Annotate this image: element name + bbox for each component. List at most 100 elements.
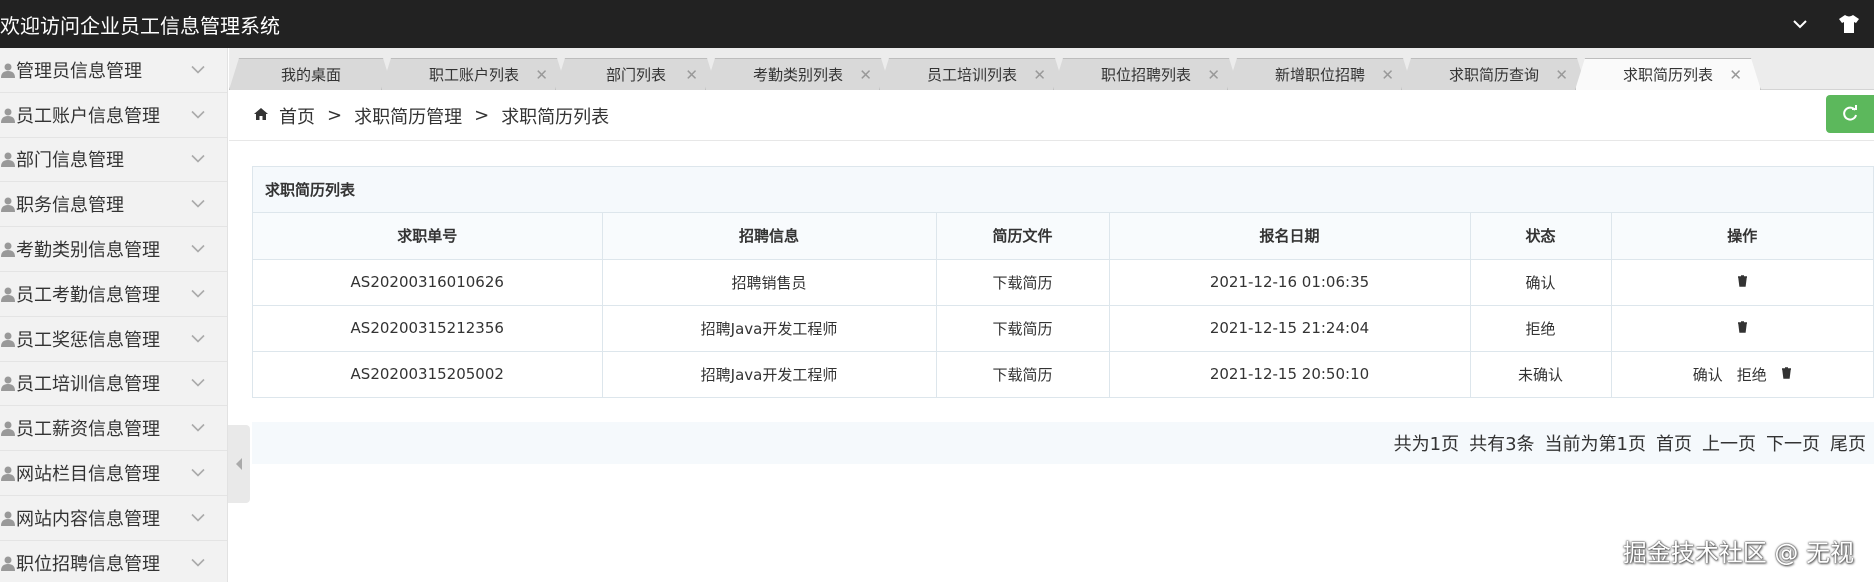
sidebar-collapse-handle[interactable] [228,425,250,503]
cell-job: 招聘销售员 [602,259,937,306]
user-icon [1,332,15,347]
chevron-down-icon[interactable] [191,334,205,343]
pager-current: 当前为第1页 [1544,434,1646,455]
pager-total-items: 共有3条 [1469,434,1535,455]
tab[interactable]: 我的桌面 [229,58,393,90]
tab[interactable]: 职位招聘列表 ✕ [1053,58,1239,90]
sidebar-item-label: 职位招聘信息管理 [16,553,160,575]
sidebar-item[interactable]: 职务信息管理 [0,182,227,228]
close-icon[interactable]: ✕ [685,66,698,84]
sidebar-item-label: 员工奖惩信息管理 [16,329,160,351]
trash-icon[interactable] [1737,273,1748,291]
tab[interactable]: 部门列表 ✕ [555,58,717,90]
sidebar-item[interactable]: 网站内容信息管理 [0,496,227,541]
close-icon[interactable]: ✕ [859,66,872,84]
close-icon[interactable]: ✕ [1207,66,1220,84]
refresh-icon [1843,105,1857,121]
tab[interactable]: 考勤类别列表 ✕ [705,58,891,90]
user-icon [1,376,15,392]
trash-icon[interactable] [1737,319,1748,337]
pager-last[interactable]: 尾页 [1830,430,1866,456]
sidebar-item[interactable]: 部门信息管理 [0,138,227,183]
tab-label: 求职简历列表 [1622,66,1713,84]
refresh-button[interactable] [1826,95,1874,133]
reject-link[interactable]: 拒绝 [1737,364,1767,385]
pager-first[interactable]: 首页 [1656,430,1692,456]
tab[interactable]: 求职简历查询 ✕ [1401,58,1587,90]
home-icon[interactable] [253,105,269,126]
caret-left-icon [236,458,242,470]
chevron-down-icon[interactable] [191,155,205,164]
chevron-down-icon[interactable] [191,200,205,209]
header-status: 状态 [1470,213,1612,260]
sidebar-item[interactable]: 管理员信息管理 [0,48,227,93]
download-resume-link[interactable]: 下载简历 [936,305,1110,352]
confirm-link[interactable]: 确认 [1693,364,1723,385]
chevron-down-icon[interactable] [191,110,205,119]
user-icon [1,108,15,123]
chevron-down-icon[interactable] [191,424,205,433]
pager-prev[interactable]: 上一页 [1702,430,1756,456]
breadcrumb-separator: > [474,105,490,126]
sidebar-item[interactable]: 员工考勤信息管理 [0,272,227,317]
watermark: 掘金技术社区 @ 无视 [1622,539,1854,567]
tshirt-icon[interactable] [1838,14,1860,34]
header-actions: 操作 [1611,213,1873,260]
close-icon[interactable]: ✕ [1033,66,1046,84]
sidebar-item[interactable]: 网站栏目信息管理 [0,451,227,496]
sidebar-item[interactable]: 职位招聘信息管理 [0,541,227,582]
chevron-down-icon[interactable] [191,245,205,254]
user-icon [1,421,15,437]
tab[interactable]: 求职简历列表 ✕ [1575,58,1761,90]
chevron-down-icon[interactable] [191,558,205,567]
tab[interactable]: 职工账户列表 ✕ [381,58,567,90]
tab[interactable]: 员工培训列表 ✕ [879,58,1065,90]
user-icon [1,466,15,482]
breadcrumb-home[interactable]: 首页 [279,103,315,129]
chevron-down-icon[interactable] [191,468,205,478]
sidebar-item[interactable]: 员工奖惩信息管理 [0,317,227,362]
sidebar-item[interactable]: 员工账户信息管理 [0,93,227,138]
tab[interactable]: 新增职位招聘 ✕ [1227,58,1413,90]
sidebar-item-label: 网站内容信息管理 [16,508,160,530]
tab-label: 求职简历查询 [1448,66,1539,84]
chevron-down-icon[interactable] [191,289,205,298]
download-resume-link[interactable]: 下载简历 [936,259,1110,306]
close-icon[interactable]: ✕ [1729,66,1742,84]
tab-label: 我的桌面 [280,66,341,84]
breadcrumb-bar: 首页 > 求职简历管理 > 求职简历列表 [229,91,1874,141]
user-icon [1,242,15,258]
pagination: 共为1页 共有3条 当前为第1页 首页 上一页 下一页 尾页 [252,422,1874,464]
cell-id: AS20200315205002 [253,351,603,397]
sidebar-item[interactable]: 考勤类别信息管理 [0,227,227,272]
close-icon[interactable]: ✕ [535,66,548,84]
header-file: 简历文件 [936,213,1110,260]
chevron-down-icon[interactable] [191,379,205,388]
trash-icon[interactable] [1781,365,1792,383]
chevron-down-icon[interactable] [191,513,205,522]
cell-job: 招聘Java开发工程师 [602,351,937,397]
table-row: AS20200315212356 招聘Java开发工程师 下载简历 2021-1… [253,305,1873,352]
cell-status: 拒绝 [1470,305,1612,352]
header-id: 求职单号 [253,213,603,260]
tab-label: 职工账户列表 [428,66,519,84]
sidebar-item[interactable]: 员工培训信息管理 [0,362,227,407]
pager-next[interactable]: 下一页 [1766,430,1820,456]
top-bar: 欢迎访问企业员工信息管理系统 [0,0,1874,48]
user-icon [1,511,15,526]
breadcrumb-level1[interactable]: 求职简历管理 [354,103,462,129]
user-icon [1,287,15,302]
tab-label: 新增职位招聘 [1274,66,1365,84]
sidebar-item-label: 职务信息管理 [16,195,124,217]
chevron-down-icon[interactable] [191,65,205,74]
cell-id: AS20200315212356 [253,305,603,352]
breadcrumb: 首页 > 求职简历管理 > 求职简历列表 [253,103,609,129]
app-title: 欢迎访问企业员工信息管理系统 [0,13,280,38]
close-icon[interactable]: ✕ [1555,66,1568,84]
chevron-down-icon[interactable] [1792,18,1808,30]
sidebar-item[interactable]: 员工薪资信息管理 [0,406,227,452]
sidebar-item-label: 考勤类别信息管理 [16,240,160,262]
sidebar-item-label: 网站栏目信息管理 [16,464,160,486]
download-resume-link[interactable]: 下载简历 [936,351,1110,397]
close-icon[interactable]: ✕ [1381,66,1394,84]
